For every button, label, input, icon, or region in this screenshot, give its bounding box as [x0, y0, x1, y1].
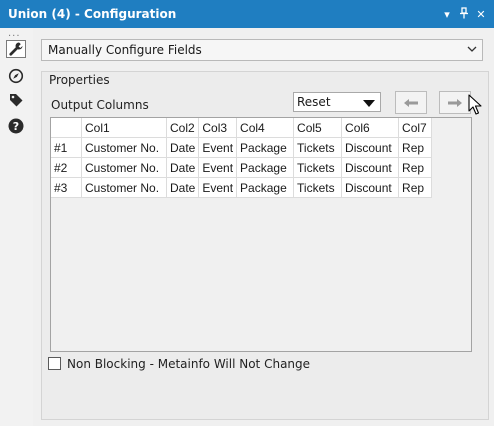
table-cell[interactable]: Rep: [398, 177, 433, 198]
table-cell[interactable]: Tickets: [293, 137, 343, 158]
mouse-cursor-icon: [468, 94, 482, 119]
config-mode-select[interactable]: Manually Configure Fields: [41, 39, 483, 61]
table-row: #2 Customer No. Date Event Package Ticke…: [51, 157, 433, 178]
table-cell[interactable]: Tickets: [293, 177, 343, 198]
move-left-button[interactable]: [395, 91, 427, 114]
output-columns-label: Output Columns: [51, 98, 149, 112]
side-toolbar: ... ?: [0, 28, 33, 426]
help-icon[interactable]: ?: [6, 117, 26, 135]
table-cell[interactable]: Customer No.: [81, 177, 167, 198]
output-columns-grid[interactable]: Col1 Col2 Col3 Col4 Col5 Col6 Col7 #1 Cu…: [50, 117, 472, 352]
table-cell[interactable]: Discount: [341, 137, 400, 158]
non-blocking-checkbox[interactable]: [48, 357, 61, 370]
column-header[interactable]: Col1: [81, 118, 167, 138]
svg-text:?: ?: [13, 120, 19, 133]
properties-heading: Properties: [49, 73, 110, 87]
column-header[interactable]: Col4: [236, 118, 295, 138]
column-header[interactable]: Col3: [198, 118, 238, 138]
non-blocking-label[interactable]: Non Blocking - Metainfo Will Not Change: [67, 357, 310, 371]
table-row: #3 Customer No. Date Event Package Ticke…: [51, 177, 433, 198]
table-cell[interactable]: Date: [166, 157, 200, 178]
reset-select[interactable]: Reset: [293, 92, 381, 112]
table-cell[interactable]: Event: [198, 137, 238, 158]
wrench-icon[interactable]: [6, 40, 26, 58]
table-row: #1 Customer No. Date Event Package Ticke…: [51, 137, 433, 158]
table-cell[interactable]: Event: [198, 157, 238, 178]
table-cell[interactable]: Discount: [341, 157, 400, 178]
table-cell[interactable]: Date: [166, 177, 200, 198]
close-icon[interactable]: ✕: [474, 8, 488, 21]
column-header[interactable]: Col6: [341, 118, 400, 138]
table-cell[interactable]: Date: [166, 137, 200, 158]
table-cell[interactable]: Tickets: [293, 157, 343, 178]
row-header[interactable]: #1: [51, 137, 82, 158]
grid-header-row: Col1 Col2 Col3 Col4 Col5 Col6 Col7: [51, 118, 433, 138]
table-cell[interactable]: Rep: [398, 157, 433, 178]
window-title: Union (4) - Configuration: [8, 7, 177, 21]
table-cell[interactable]: Discount: [341, 177, 400, 198]
table-cell[interactable]: Event: [198, 177, 238, 198]
reset-value: Reset: [297, 95, 331, 109]
dropdown-arrow-icon[interactable]: ▾: [440, 8, 454, 21]
toolbar-dots: ...: [8, 28, 21, 39]
table-cell[interactable]: Package: [236, 137, 295, 158]
column-header[interactable]: Col7: [398, 118, 433, 138]
column-header[interactable]: Col5: [293, 118, 343, 138]
column-header[interactable]: Col2: [166, 118, 200, 138]
table-cell[interactable]: Package: [236, 177, 295, 198]
compass-icon[interactable]: [6, 67, 26, 85]
tag-icon[interactable]: [6, 91, 26, 109]
title-bar: Union (4) - Configuration ▾ ✕: [0, 0, 494, 28]
table-cell[interactable]: Package: [236, 157, 295, 178]
table-cell[interactable]: Rep: [398, 137, 433, 158]
pin-icon[interactable]: [457, 6, 471, 22]
grid-corner-cell: [51, 118, 82, 138]
row-header[interactable]: #3: [51, 177, 82, 198]
move-right-button[interactable]: [439, 91, 471, 114]
table-cell[interactable]: Customer No.: [81, 157, 167, 178]
row-header[interactable]: #2: [51, 157, 82, 178]
chevron-down-icon: [466, 43, 478, 58]
table-cell[interactable]: Customer No.: [81, 137, 167, 158]
dropdown-triangle-icon: [363, 100, 375, 107]
config-mode-value: Manually Configure Fields: [48, 43, 202, 57]
